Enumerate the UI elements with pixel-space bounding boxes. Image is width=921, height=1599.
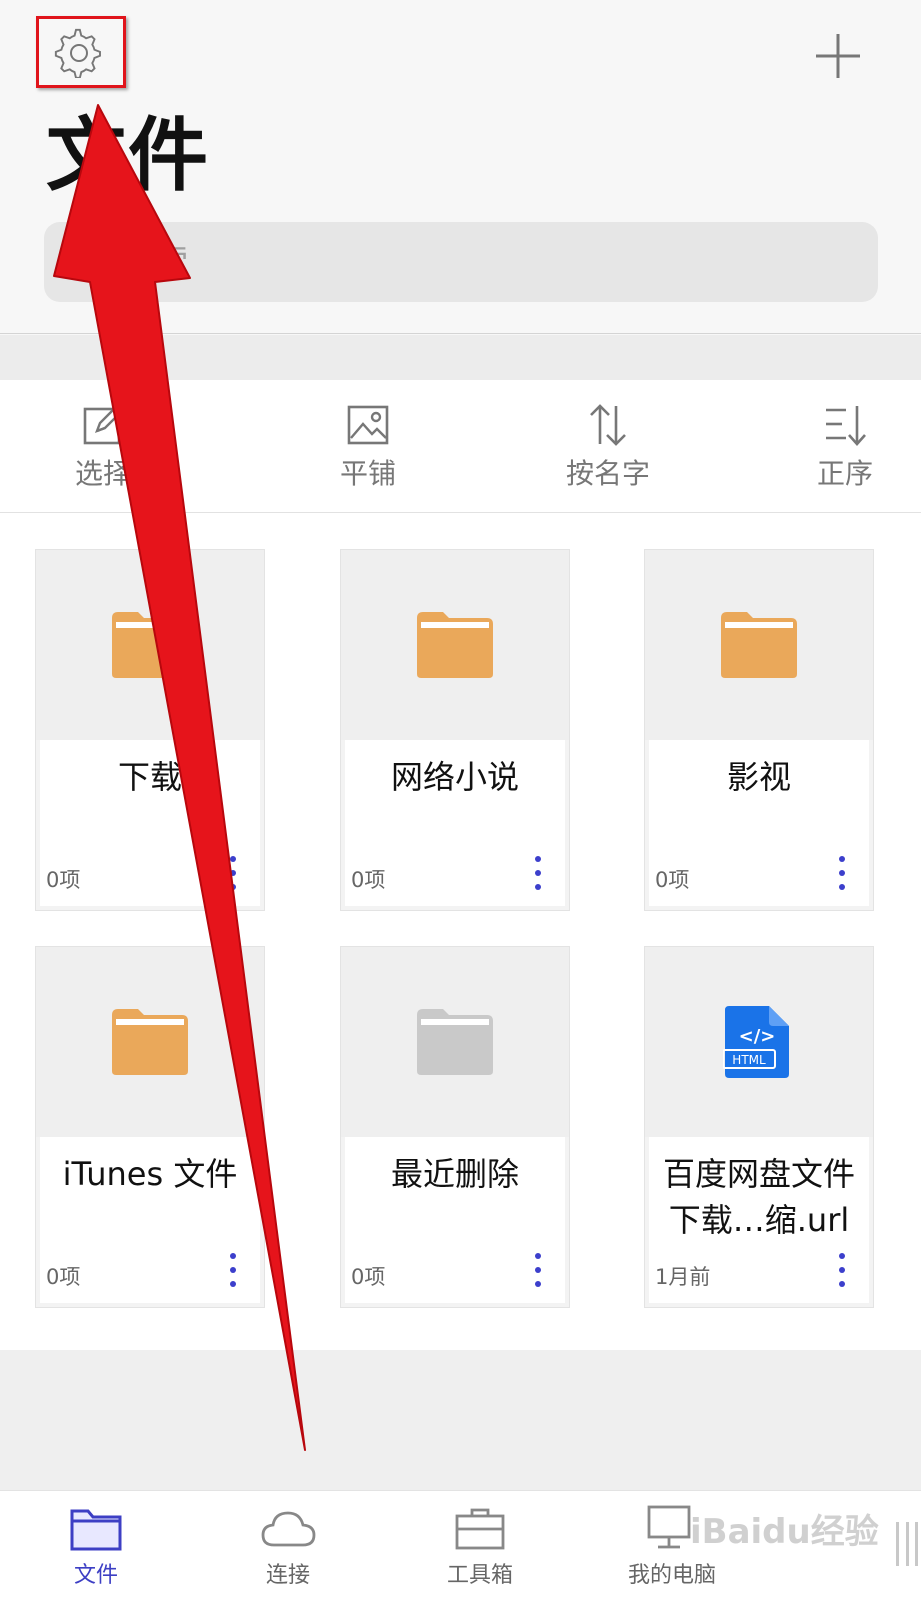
file-meta: 0项 (655, 868, 690, 892)
file-meta: 0项 (46, 868, 81, 892)
file-meta: 1月前 (655, 1265, 711, 1289)
add-button[interactable] (812, 30, 864, 82)
tile-view-button[interactable]: 平铺 (318, 402, 418, 502)
more-options-button[interactable] (218, 850, 248, 896)
tab-label: 连接 (265, 1563, 310, 1588)
folder-icon (112, 1009, 188, 1075)
file-name: iTunes 文件 (62, 1155, 238, 1193)
file-meta: 0项 (46, 1265, 81, 1289)
file-grid: 下载 0项 网络小说 0项 影视 0项 iTunes 文件 0项 最近删除 0项… (0, 513, 921, 1350)
thumbnail (341, 947, 569, 1137)
file-name: 网络小说 (390, 758, 519, 796)
file-info: 网络小说 0项 (345, 740, 565, 906)
folder-icon (417, 612, 493, 678)
thumbnail (36, 550, 264, 740)
file-name: 影视 (726, 758, 791, 796)
file-meta: 0项 (351, 868, 386, 892)
file-meta: 0项 (351, 1265, 386, 1289)
tab-connect[interactable]: 连接 (218, 1503, 358, 1589)
thumbnail (645, 550, 873, 740)
sort-arrows-icon (590, 404, 626, 446)
file-card-itunes[interactable]: iTunes 文件 0项 (35, 946, 265, 1308)
file-info: 影视 0项 (649, 740, 869, 906)
cloud-icon (261, 1511, 316, 1547)
order-label: 正序 (816, 457, 873, 490)
file-name: 百度网盘文件下载…缩.url (662, 1155, 855, 1239)
folder-icon (112, 612, 188, 678)
file-card-download[interactable]: 下载 0项 (35, 549, 265, 911)
drag-handle[interactable] (896, 1522, 918, 1566)
html-file-icon: </> HTML (723, 1006, 789, 1078)
file-name: 下载 (117, 758, 182, 796)
more-options-button[interactable] (523, 1247, 553, 1293)
toolbox-icon (455, 1508, 505, 1550)
file-info: 最近删除 0项 (345, 1137, 565, 1303)
tab-toolbox[interactable]: 工具箱 (410, 1503, 550, 1589)
view-toolbar: 选择 平铺 按名字 正序 (0, 380, 921, 513)
code-glyph: </> (739, 1026, 776, 1047)
folder-icon (721, 612, 797, 678)
gear-icon (54, 28, 101, 78)
search-input[interactable] (120, 240, 820, 284)
tab-label: 文件 (73, 1563, 118, 1588)
more-options-button[interactable] (827, 850, 857, 896)
tab-label: 我的电脑 (627, 1563, 716, 1588)
thumbnail: </> HTML (645, 947, 873, 1137)
sort-by-name-button[interactable]: 按名字 (548, 402, 668, 502)
search-bar[interactable] (44, 222, 878, 302)
image-grid-icon (347, 405, 389, 445)
file-card-videos[interactable]: 影视 0项 (644, 549, 874, 911)
edit-select-icon (83, 404, 124, 445)
page-title: 文件 (46, 109, 210, 202)
gray-folder-icon (417, 1009, 493, 1075)
header: 文件 (0, 0, 921, 334)
order-button[interactable]: 正序 (800, 402, 890, 502)
file-card-web-novels[interactable]: 网络小说 0项 (340, 549, 570, 911)
file-card-baidu-url[interactable]: </> HTML 百度网盘文件下载…缩.url 1月前 (644, 946, 874, 1308)
ascending-order-icon (826, 406, 866, 446)
select-button[interactable]: 选择 (58, 402, 148, 502)
tab-label: 工具箱 (446, 1563, 513, 1588)
html-badge: HTML (732, 1053, 766, 1067)
thumbnail (36, 947, 264, 1137)
settings-button[interactable] (52, 28, 106, 78)
watermark: iBaidu经验 (690, 1512, 879, 1552)
more-options-button[interactable] (827, 1247, 857, 1293)
section-divider (0, 335, 921, 380)
plus-icon (816, 34, 860, 78)
file-card-recently-deleted[interactable]: 最近删除 0项 (340, 946, 570, 1308)
more-options-button[interactable] (523, 850, 553, 896)
tab-files[interactable]: 文件 (26, 1503, 166, 1589)
more-options-button[interactable] (218, 1247, 248, 1293)
select-label: 选择 (74, 457, 131, 490)
file-info: 下载 0项 (40, 740, 260, 906)
search-icon (68, 246, 102, 280)
tile-view-label: 平铺 (339, 457, 396, 490)
sort-by-name-label: 按名字 (565, 457, 650, 490)
folder-tab-icon (70, 1509, 122, 1551)
file-info: 百度网盘文件下载…缩.url 1月前 (649, 1137, 869, 1303)
file-info: iTunes 文件 0项 (40, 1137, 260, 1303)
file-name: 最近删除 (390, 1155, 519, 1193)
thumbnail (341, 550, 569, 740)
empty-area (0, 1350, 921, 1490)
